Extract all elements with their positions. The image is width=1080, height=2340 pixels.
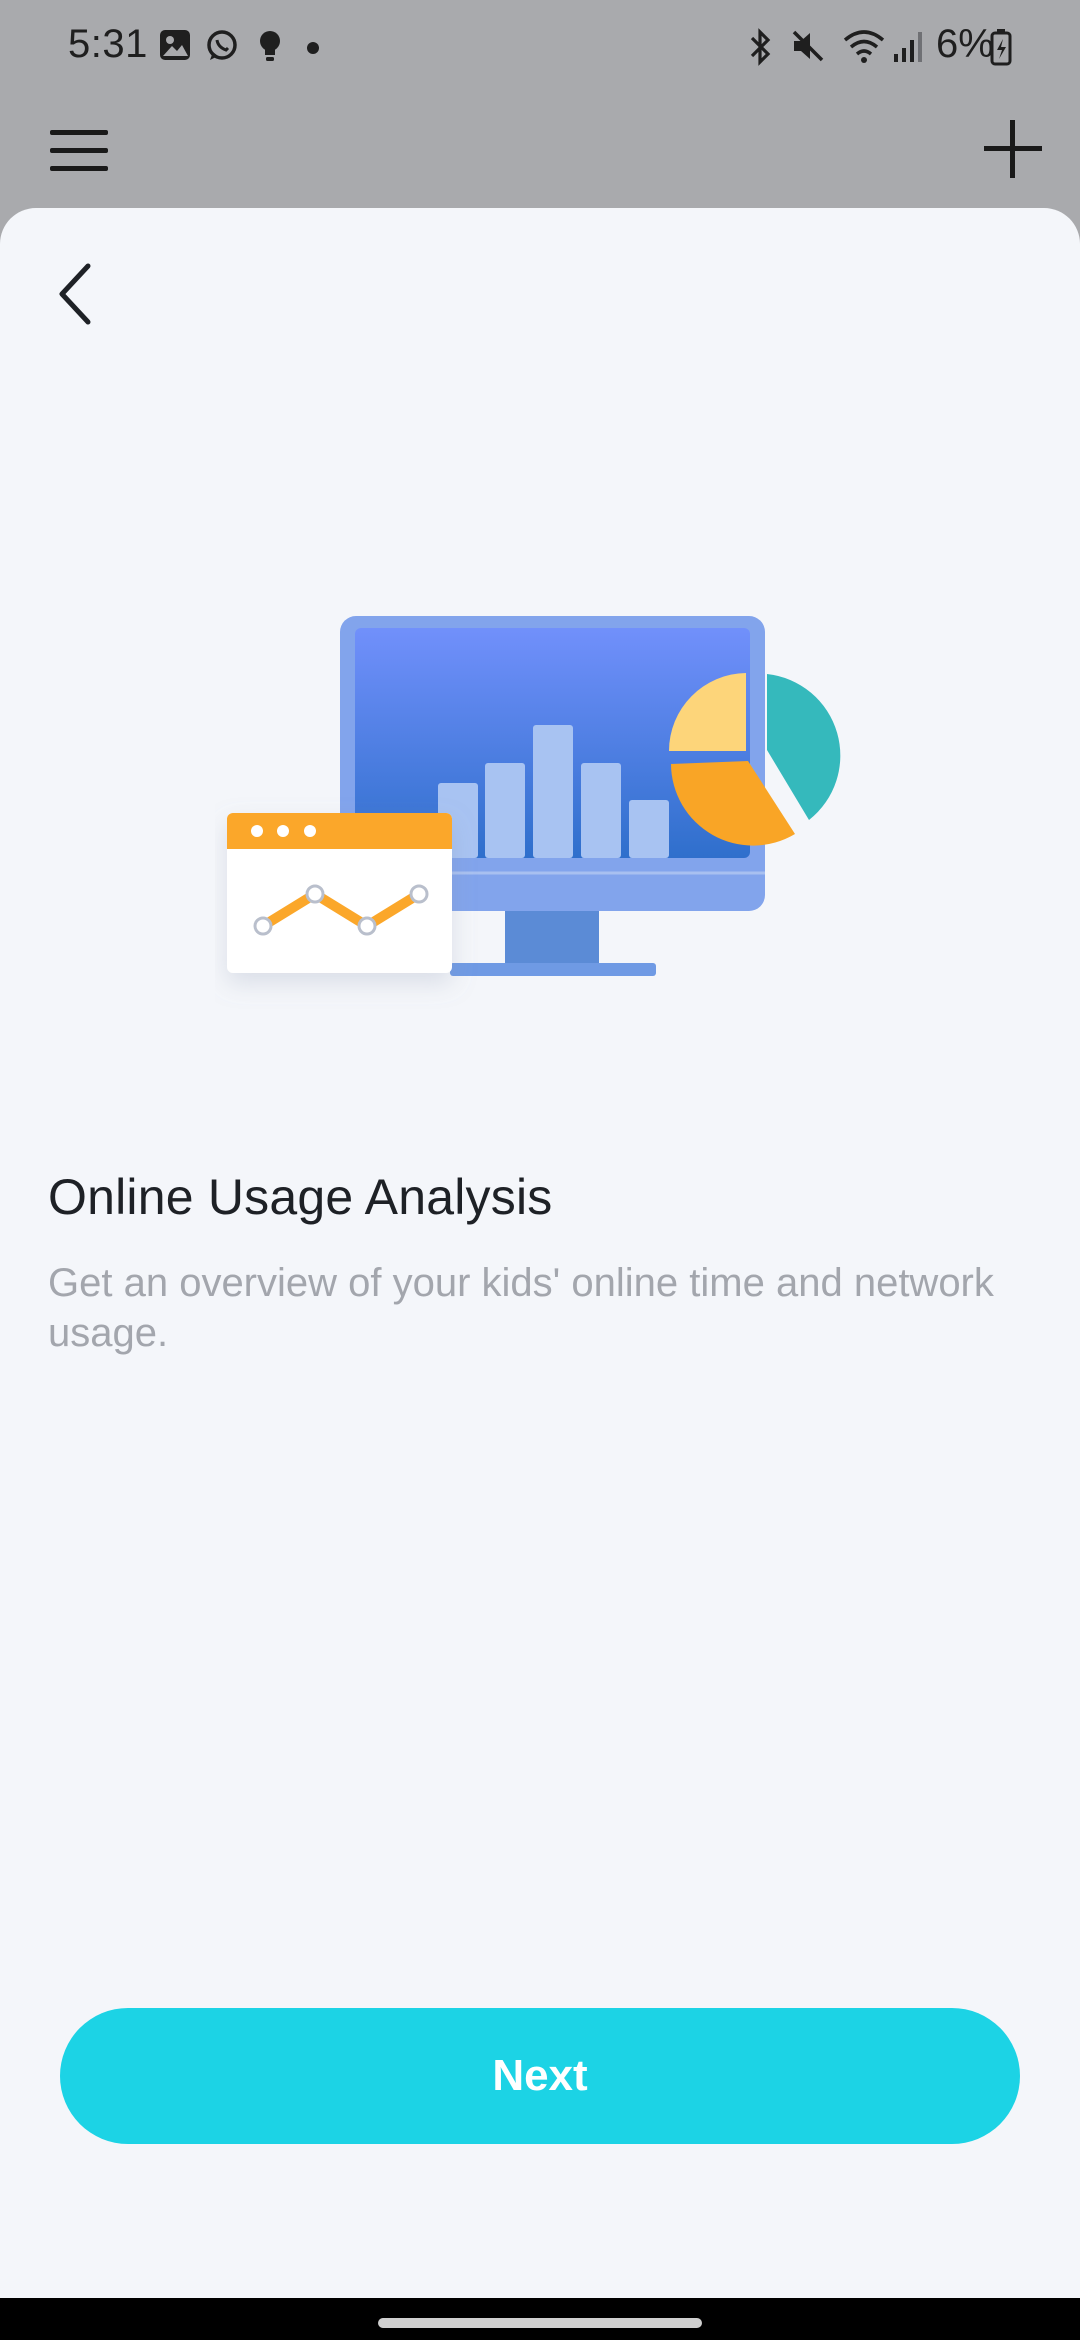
whatsapp-icon	[207, 30, 237, 60]
page-title: Online Usage Analysis	[48, 1169, 553, 1225]
status-bar: 5:31 6%	[0, 0, 1080, 96]
wifi-icon	[843, 30, 885, 63]
mute-icon	[792, 30, 824, 62]
page-description: Get an overview of your kids' online tim…	[48, 1261, 994, 1355]
status-time: 5:31	[68, 22, 148, 66]
bulb-icon	[260, 31, 280, 61]
gallery-icon	[160, 30, 190, 60]
next-button[interactable]: Next	[60, 2008, 1020, 2144]
hamburger-menu-icon[interactable]	[46, 118, 112, 184]
bluetooth-icon	[750, 28, 771, 66]
onboarding-sheet: Online Usage Analysis Get an overview of…	[0, 208, 1080, 2298]
dot-icon	[307, 42, 319, 54]
monitor-charts-illustration	[227, 616, 841, 976]
battery-level: 6%	[936, 22, 994, 66]
signal-icon	[894, 32, 922, 62]
chevron-left-icon[interactable]	[48, 254, 108, 334]
home-indicator[interactable]	[378, 2318, 702, 2328]
plus-icon[interactable]	[978, 114, 1048, 184]
